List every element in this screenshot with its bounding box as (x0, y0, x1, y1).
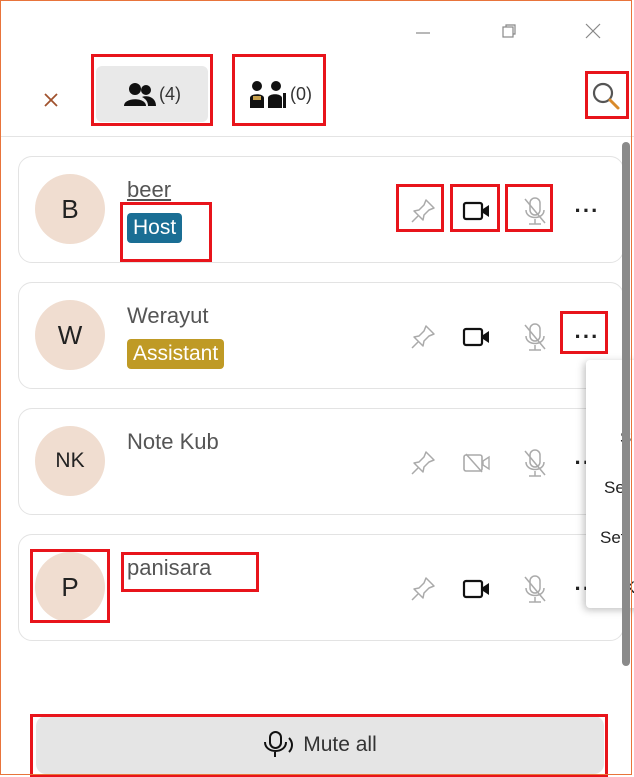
search-button[interactable] (584, 74, 628, 118)
close-panel-button[interactable] (36, 85, 66, 115)
mic-muted-icon (524, 323, 546, 351)
pin-icon (411, 451, 435, 475)
restore-button[interactable] (494, 18, 524, 44)
avatar: NK (35, 426, 105, 496)
pin-icon (411, 325, 435, 349)
title-bar (0, 0, 634, 60)
participant-name: Werayut (127, 303, 209, 328)
more-options-button[interactable]: ··· (569, 193, 605, 229)
microphone-button[interactable] (517, 445, 553, 481)
avatar: W (35, 300, 105, 370)
search-icon (592, 82, 620, 110)
close-icon (44, 93, 58, 107)
more-options-button[interactable]: ··· (569, 319, 605, 355)
mute-all-label: Mute all (303, 733, 377, 756)
waiting-room-count: (0) (290, 83, 312, 104)
mute-all-button[interactable]: Mute all (36, 716, 604, 774)
participants-icon (124, 83, 156, 106)
tab-waiting-room[interactable]: (0) (236, 66, 324, 122)
minimize-button[interactable] (408, 18, 438, 44)
microphone-button[interactable] (517, 571, 553, 607)
participant-name: panisara (127, 555, 212, 580)
mic-muted-icon (524, 449, 546, 477)
video-camera-icon (462, 201, 489, 221)
window-close-button[interactable] (578, 18, 608, 44)
participant-name: beer (127, 177, 172, 202)
pin-button[interactable] (405, 193, 441, 229)
participant-row: W Werayut Assistant ··· (18, 282, 624, 389)
participant-row: NK Note Kub ··· (18, 408, 624, 515)
mute-all-icon (264, 731, 294, 757)
pin-button[interactable] (405, 445, 441, 481)
camera-button[interactable] (459, 193, 495, 229)
more-icon: ··· (574, 324, 600, 349)
camera-button[interactable] (459, 571, 495, 607)
avatar: B (35, 174, 105, 244)
pin-button[interactable] (405, 319, 441, 355)
role-badge: Assistant (127, 339, 225, 369)
microphone-button[interactable] (517, 193, 553, 229)
role-badge: Host (127, 213, 183, 243)
scrollbar[interactable] (622, 142, 630, 666)
microphone-button[interactable] (517, 319, 553, 355)
mic-muted-icon (524, 197, 546, 225)
more-icon: ··· (574, 198, 600, 223)
avatar: P (35, 552, 105, 622)
tab-participants[interactable]: (4) (96, 66, 208, 122)
waiting-room-icon (250, 81, 286, 108)
participant-row: B beer Host ··· (18, 156, 624, 263)
video-camera-icon (462, 327, 489, 347)
pin-button[interactable] (405, 571, 441, 607)
minimize-icon (416, 32, 430, 34)
video-camera-icon (462, 579, 489, 599)
participants-count: (4) (159, 83, 181, 104)
video-camera-off-icon (463, 453, 490, 473)
mic-muted-icon (524, 575, 546, 603)
camera-button[interactable] (459, 445, 495, 481)
close-icon (585, 23, 601, 39)
participant-name: Note Kub (127, 429, 219, 454)
camera-button[interactable] (459, 319, 495, 355)
participant-row: P panisara ··· (18, 534, 624, 641)
pin-icon (411, 577, 435, 601)
pin-icon (411, 199, 435, 223)
participant-list: B beer Host ··· W Werayut Assistant ··· … (0, 138, 634, 698)
restore-icon (502, 24, 516, 38)
participants-toolbar: (4) (0) (0, 60, 634, 137)
